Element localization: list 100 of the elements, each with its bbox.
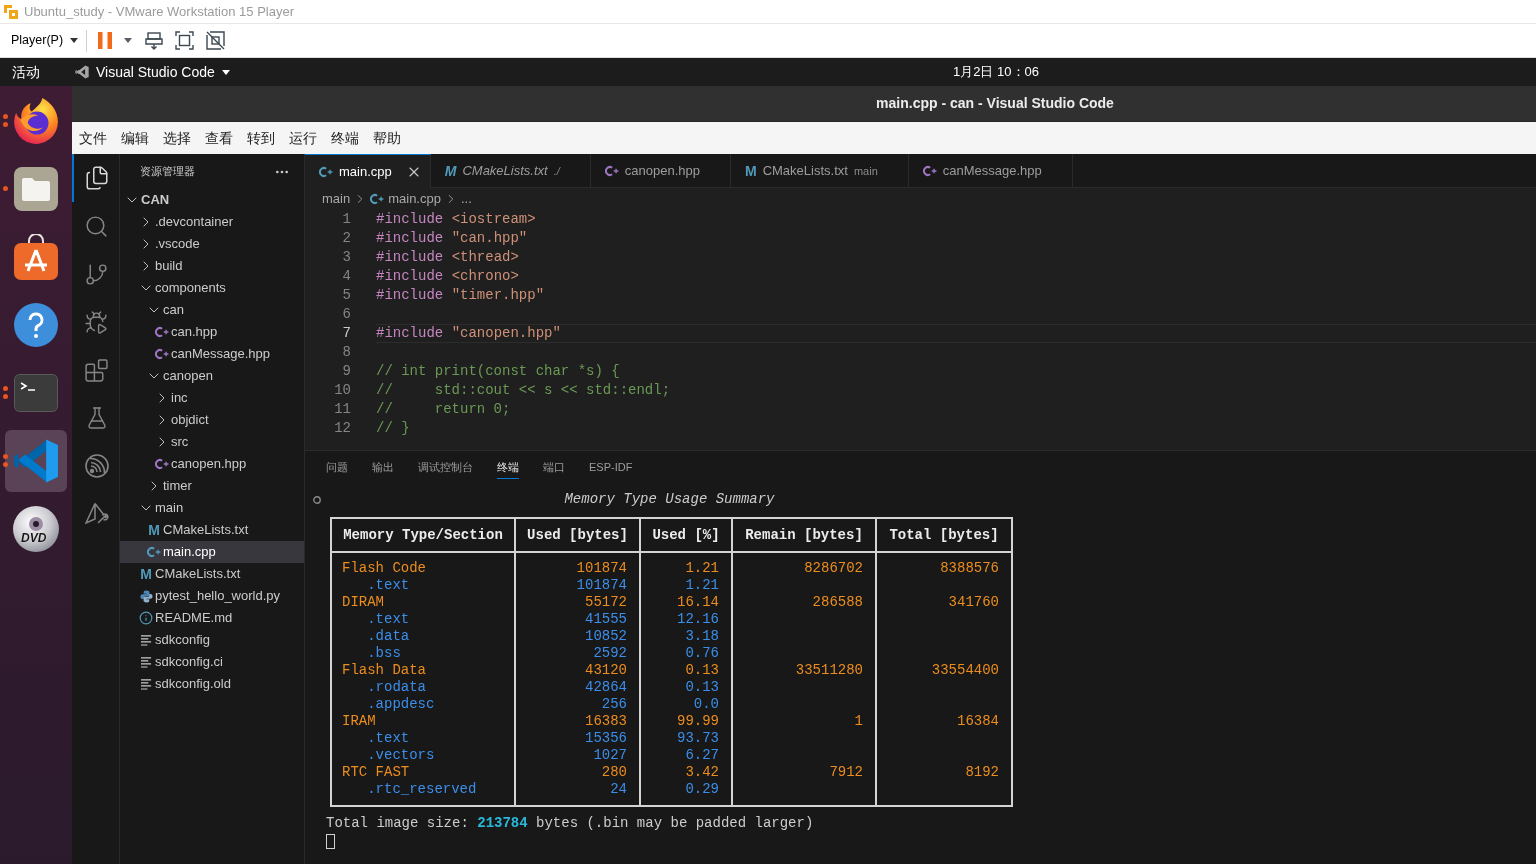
- table-cell-text: 10852: [584, 628, 628, 645]
- table-cell-text: 7912: [828, 764, 864, 781]
- breadcrumb-item[interactable]: main.cpp: [370, 189, 441, 209]
- panel-tab[interactable]: 端口: [543, 454, 565, 480]
- table-cell-text: RTC FAST: [341, 764, 411, 781]
- fullscreen-icon[interactable]: [175, 31, 195, 50]
- menu-item[interactable]: 查看: [198, 124, 240, 152]
- screens-arrow-icon[interactable]: [145, 31, 164, 50]
- folder-item[interactable]: CAN: [120, 189, 304, 211]
- table-cell-text: 2592: [592, 645, 628, 662]
- table-cell-text: 8192: [964, 764, 1000, 781]
- file-item[interactable]: README.md: [120, 607, 304, 629]
- breadcrumb-item[interactable]: main: [322, 189, 351, 209]
- column-header: Memory Type/Section: [332, 519, 516, 551]
- file-item[interactable]: sdkconfig: [120, 629, 304, 651]
- folder-item[interactable]: can: [120, 299, 304, 321]
- table-cell-text: .text: [366, 611, 411, 628]
- file-item[interactable]: canMessage.hpp: [120, 343, 304, 365]
- table-cell-text: 0.29: [684, 781, 720, 798]
- file-item[interactable]: main.cpp: [120, 541, 304, 563]
- file-item[interactable]: M CMakeLists.txt: [120, 563, 304, 585]
- panel-tab[interactable]: 终端: [497, 454, 519, 480]
- folder-item[interactable]: objdict: [120, 409, 304, 431]
- panel-tab[interactable]: 输出: [372, 454, 394, 480]
- table-cell-text: .data: [366, 628, 411, 645]
- breadcrumb-item[interactable]: ...: [460, 189, 472, 209]
- folder-item[interactable]: components: [120, 277, 304, 299]
- tab-description: main: [853, 163, 878, 179]
- search-icon: [84, 213, 109, 239]
- code-editor-icon: [75, 65, 89, 79]
- folder-item[interactable]: build: [120, 255, 304, 277]
- menu-item[interactable]: 终端: [324, 124, 366, 152]
- tab-description: ./: [553, 163, 560, 179]
- table-cell-text: 43120: [584, 662, 628, 679]
- app-menu[interactable]: Visual Studio Code: [75, 61, 230, 83]
- table-cell-text: 12.16: [676, 611, 720, 628]
- info-icon: [139, 611, 153, 625]
- caret-down-icon[interactable]: [124, 38, 133, 43]
- file-item[interactable]: pytest_hello_world.py: [120, 585, 304, 607]
- file-item[interactable]: sdkconfig.ci: [120, 651, 304, 673]
- dock-item[interactable]: DVD: [5, 498, 67, 560]
- folder-item[interactable]: main: [120, 497, 304, 519]
- editor-tab[interactable]: M CMakeLists.txt ./: [430, 154, 591, 188]
- squares-logo-icon: [3, 3, 19, 20]
- table-cell-text: 41555: [584, 611, 628, 628]
- table-cell-text: .vectors: [366, 747, 436, 764]
- menu-item[interactable]: 运行: [282, 124, 324, 152]
- editor-tab[interactable]: M CMakeLists.txt main: [731, 154, 909, 188]
- python-logo-icon: [139, 589, 153, 603]
- file-type-letter: M: [745, 164, 757, 178]
- code-line: #include "canopen.hpp": [376, 325, 561, 342]
- file-item[interactable]: M CMakeLists.txt: [120, 519, 304, 541]
- table-cell-text: .text: [366, 730, 411, 747]
- folder-item[interactable]: .devcontainer: [120, 211, 304, 233]
- folder-icon: [14, 167, 58, 211]
- file-item[interactable]: canopen.hpp: [120, 453, 304, 475]
- code-line: #include <chrono>: [376, 268, 519, 285]
- crossed-square-icon[interactable]: [206, 31, 226, 50]
- editor-tab[interactable]: canMessage.hpp: [908, 154, 1073, 188]
- pause-icon[interactable]: [98, 32, 113, 49]
- menu-item[interactable]: 帮助: [366, 124, 408, 152]
- help-icon: [14, 303, 58, 347]
- table-cell-text: IRAM: [341, 713, 377, 730]
- editor-tab[interactable]: main.cpp: [305, 154, 431, 188]
- code-line: // }: [376, 420, 410, 437]
- blocks-icon: [84, 357, 109, 383]
- code-line: #include "can.hpp": [376, 230, 528, 247]
- folder-item[interactable]: inc: [120, 387, 304, 409]
- table-cell-text: DIRAM: [341, 594, 385, 611]
- panel-tab[interactable]: 问题: [326, 454, 348, 480]
- triangle-wrench-icon: [84, 502, 109, 526]
- folder-item[interactable]: timer: [120, 475, 304, 497]
- menu-item[interactable]: 文件: [72, 124, 114, 152]
- table-cell-text: 24: [609, 781, 628, 798]
- file-item[interactable]: sdkconfig.old: [120, 673, 304, 695]
- table-cell-text: .appdesc: [366, 696, 436, 713]
- file-type-letter: M: [444, 164, 457, 178]
- folder-item[interactable]: canopen: [120, 365, 304, 387]
- code-line: #include "timer.hpp": [376, 287, 545, 304]
- menu-item[interactable]: 编辑: [114, 124, 156, 152]
- line-number: 10: [333, 381, 351, 400]
- panel-tab[interactable]: ESP-IDF: [589, 454, 633, 480]
- files-icon: [83, 165, 110, 191]
- table-cell-text: 1027: [592, 747, 628, 764]
- file-item[interactable]: can.hpp: [120, 321, 304, 343]
- table-cell-text: 15356: [584, 730, 628, 747]
- clock[interactable]: 1月2日 10：06: [953, 62, 1039, 82]
- panel-tab[interactable]: 调试控制台: [418, 454, 473, 480]
- menu-item[interactable]: 转到: [240, 124, 282, 152]
- player-menu[interactable]: Player(P): [6, 27, 84, 54]
- flame-globe-icon: [13, 97, 59, 145]
- activities-button[interactable]: 活动: [12, 61, 40, 83]
- folder-item[interactable]: src: [120, 431, 304, 453]
- branch-icon: [84, 261, 109, 287]
- folder-item[interactable]: .vscode: [120, 233, 304, 255]
- line-number: 1: [341, 210, 351, 229]
- table-cell-text: 55172: [584, 594, 628, 611]
- editor-tab[interactable]: canopen.hpp: [590, 154, 731, 188]
- menu-item[interactable]: 选择: [156, 124, 198, 152]
- file-type-letter: M: [140, 567, 152, 581]
